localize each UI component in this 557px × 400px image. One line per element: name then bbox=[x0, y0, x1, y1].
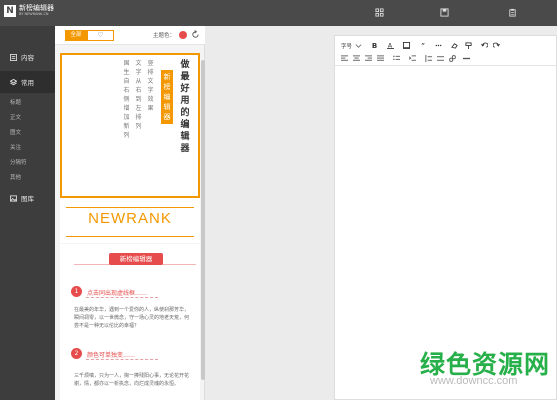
more-icon[interactable] bbox=[435, 42, 442, 49]
bg-color-icon[interactable] bbox=[403, 42, 410, 49]
sidebar-subitem-follow[interactable]: 关注 bbox=[10, 143, 21, 151]
svg-text:B: B bbox=[372, 42, 377, 49]
template-panel: 全部 ♡ 主题色： 做最好用的编辑器 新榜编辑器 竖排文字效果 文字从右到左排列… bbox=[55, 26, 205, 400]
template-card-newrank[interactable]: NEWRANK bbox=[60, 198, 200, 243]
logo-mark: N bbox=[4, 4, 16, 17]
editor-toolbar-row-1: 字号 B A ” bbox=[335, 39, 557, 52]
format-brush-icon[interactable] bbox=[465, 42, 472, 49]
font-size-select[interactable]: 字号 bbox=[341, 42, 352, 50]
logo-name: 新榜编辑器 bbox=[19, 4, 54, 12]
theme-color-label: 主题色： bbox=[153, 33, 176, 39]
svg-text:A: A bbox=[388, 42, 393, 49]
sidebar: 内容 常用 标题 正文 图文 关注 分隔符 其他 图库 bbox=[0, 26, 55, 400]
line-height-icon[interactable] bbox=[425, 55, 432, 62]
indent-icon[interactable] bbox=[409, 55, 416, 62]
number-badge: 2 bbox=[71, 348, 82, 359]
panel-header: 全部 ♡ 主题色： bbox=[55, 26, 205, 45]
sidebar-subitem-body[interactable]: 正文 bbox=[10, 113, 21, 121]
layers-icon bbox=[10, 78, 17, 85]
dashed-underline bbox=[86, 297, 158, 298]
svg-text:”: ” bbox=[421, 42, 425, 49]
divider-icon[interactable] bbox=[463, 55, 470, 62]
refresh-icon[interactable] bbox=[191, 30, 200, 39]
section-paragraph: 三千烦嗔，只为一人，掬一捧残阳心事，无论花开花谢，情，都亦以一析执念，向烂成灵魂… bbox=[74, 373, 190, 387]
theme-color-swatch[interactable] bbox=[179, 31, 187, 39]
link-icon[interactable] bbox=[449, 55, 456, 62]
dashed-underline bbox=[86, 359, 158, 360]
undo-icon[interactable] bbox=[481, 42, 488, 49]
spacing-icon[interactable] bbox=[437, 55, 444, 62]
template-vertical-line: 竖排文字效果 bbox=[147, 60, 154, 112]
template-vertical-line: 国生自右侧增加新列 bbox=[123, 60, 130, 139]
list-icon[interactable] bbox=[393, 55, 400, 62]
save-icon[interactable] bbox=[440, 8, 449, 17]
sidebar-subitem-title[interactable]: 标题 bbox=[10, 98, 21, 106]
template-vertical-badge: 新榜编辑器 bbox=[161, 70, 173, 124]
template-card-sections[interactable]: 新榜编辑器 1 点击同出现虚线框…… 在最美的年华，遇到一个爱你的人，纵使刹那芳… bbox=[60, 244, 200, 400]
sidebar-subitem-other[interactable]: 其他 bbox=[10, 173, 21, 181]
template-card-vertical[interactable]: 做最好用的编辑器 新榜编辑器 竖排文字效果 文字从右到左排列 国生自右侧增加新列 bbox=[60, 53, 200, 198]
panel-scrollbar[interactable] bbox=[201, 60, 205, 380]
align-center-icon[interactable] bbox=[353, 55, 360, 62]
section-paragraph: 在最美的年华，遇到一个爱你的人，纵使刹那芳华，瞬间凋零，以一世微念，守一场心灵的… bbox=[74, 307, 190, 329]
sidebar-item-label: 图库 bbox=[21, 195, 34, 203]
editor-toolbar-row-2 bbox=[335, 52, 557, 66]
template-newrank-text: NEWRANK bbox=[88, 210, 172, 227]
app-logo[interactable]: N 新榜编辑器 BY NEWRANK.CN bbox=[4, 4, 54, 17]
align-right-icon[interactable] bbox=[365, 55, 372, 62]
logo-text: 新榜编辑器 BY NEWRANK.CN bbox=[19, 4, 54, 17]
redo-icon[interactable] bbox=[493, 42, 500, 49]
sidebar-item-label: 常用 bbox=[21, 79, 34, 87]
divider-line bbox=[66, 236, 194, 237]
justify-icon[interactable] bbox=[377, 55, 384, 62]
template-section-title: 新榜编辑器 bbox=[109, 253, 163, 265]
tab-all[interactable]: 全部 bbox=[65, 30, 87, 41]
eraser-icon[interactable] bbox=[451, 42, 458, 49]
template-vertical-title: 做最好用的编辑器 bbox=[180, 60, 190, 154]
tab-favorites[interactable]: ♡ bbox=[87, 30, 114, 41]
section-heading: 颜色可单独变…… bbox=[87, 352, 136, 359]
content-icon bbox=[10, 53, 17, 61]
template-vertical-line: 文字从右到左排列 bbox=[135, 60, 142, 130]
watermark-url: www.downcc.com bbox=[430, 375, 518, 387]
sidebar-subitem-image-text[interactable]: 图文 bbox=[10, 128, 21, 136]
chevron-down-icon[interactable] bbox=[355, 42, 362, 49]
number-badge: 1 bbox=[71, 286, 82, 297]
grid-icon[interactable] bbox=[375, 8, 384, 17]
divider-line bbox=[66, 207, 194, 208]
sidebar-subitem-divider[interactable]: 分隔符 bbox=[10, 158, 27, 166]
align-left-icon[interactable] bbox=[341, 55, 348, 62]
quote-icon[interactable]: ” bbox=[421, 42, 428, 49]
bold-icon[interactable]: B bbox=[371, 42, 378, 49]
clipboard-icon[interactable] bbox=[508, 8, 517, 17]
logo-subtitle: BY NEWRANK.CN bbox=[19, 12, 49, 16]
font-color-icon[interactable]: A bbox=[387, 42, 394, 49]
image-icon bbox=[10, 194, 17, 202]
top-bar: N 新榜编辑器 BY NEWRANK.CN bbox=[0, 0, 557, 26]
sidebar-item-label: 内容 bbox=[21, 54, 34, 62]
section-heading: 点击同出现虚线框…… bbox=[87, 290, 148, 297]
sidebar-item-common[interactable]: 常用 bbox=[0, 71, 55, 93]
sidebar-item-gallery[interactable]: 图库 bbox=[0, 187, 55, 209]
sidebar-item-content[interactable]: 内容 bbox=[0, 46, 55, 68]
